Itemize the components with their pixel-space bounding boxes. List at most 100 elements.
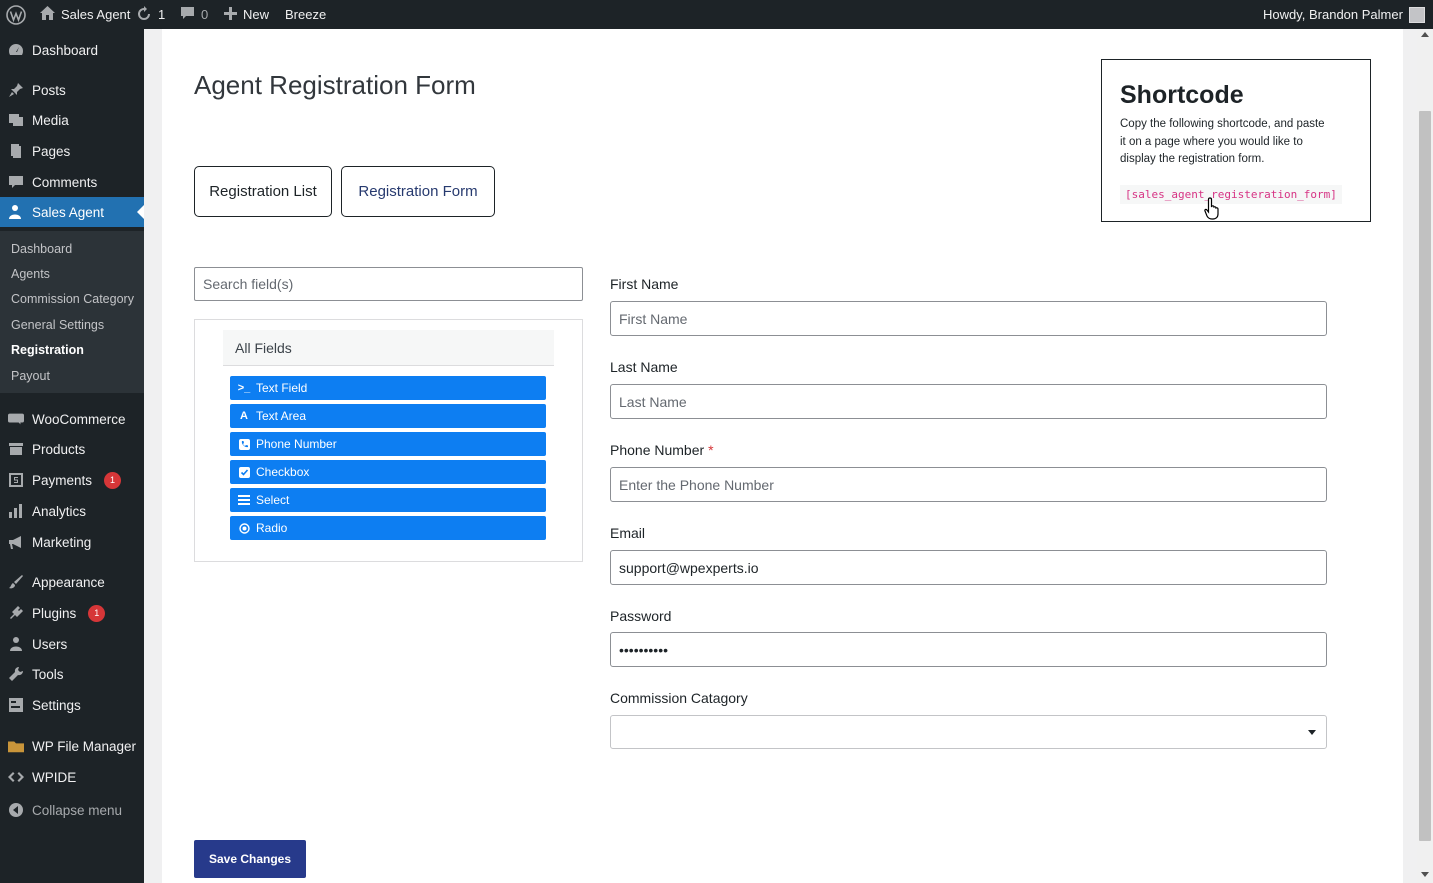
tab-registration-form[interactable]: Registration Form (341, 166, 495, 217)
menu-label: Collapse menu (32, 802, 123, 818)
new-content-link[interactable]: New (224, 0, 269, 29)
menu-sales-agent[interactable]: Sales Agent (0, 197, 144, 227)
fields-panel: All Fields >_ Text Field A Text Area Pho… (194, 319, 583, 562)
menu-pages[interactable]: Pages (0, 136, 144, 166)
menu-wpide[interactable]: WPIDE (0, 762, 144, 792)
submenu-general-settings[interactable]: General Settings (11, 318, 104, 332)
menu-products[interactable]: Products (0, 434, 144, 464)
woocommerce-icon (8, 411, 24, 427)
menu-payments[interactable]: Payments 1 (0, 465, 144, 495)
search-fields-input[interactable] (194, 267, 583, 301)
first-name-input[interactable] (610, 301, 1327, 336)
plugins-badge: 1 (88, 604, 106, 622)
users-icon (8, 204, 24, 220)
sales-agent-submenu: Dashboard Agents Commission Category Gen… (0, 231, 144, 393)
collapse-menu-button[interactable]: Collapse menu (0, 795, 144, 825)
menu-media[interactable]: Media (0, 105, 144, 135)
code-icon (8, 769, 24, 785)
commission-category-select[interactable] (610, 715, 1327, 749)
site-name-link[interactable]: Sales Agent (40, 0, 130, 29)
submenu-agents[interactable]: Agents (11, 267, 50, 281)
menu-dashboard[interactable]: Dashboard (0, 35, 144, 65)
menu-comments[interactable]: Comments (0, 167, 144, 197)
payments-icon (8, 472, 24, 488)
page-scrollbar[interactable] (1417, 29, 1433, 883)
scroll-up-icon[interactable] (1421, 32, 1429, 37)
font-icon: A (240, 410, 248, 422)
field-text-area[interactable]: A Text Area (230, 404, 546, 428)
menu-woocommerce[interactable]: WooCommerce (0, 404, 144, 434)
last-name-input[interactable] (610, 384, 1327, 419)
user-account-link[interactable]: Howdy, Brandon Palmer (1263, 0, 1425, 29)
field-phone-number[interactable]: Phone Number (230, 432, 546, 456)
submenu-registration[interactable]: Registration (11, 343, 84, 357)
shortcode-code[interactable]: [sales_agent_registeration_form] (1120, 184, 1342, 204)
email-input[interactable] (610, 550, 1327, 585)
list-icon (238, 494, 250, 506)
paintbrush-icon (8, 574, 24, 590)
submenu-commission-category[interactable]: Commission Category (11, 292, 134, 306)
new-label: New (243, 7, 270, 22)
scroll-thumb[interactable] (1419, 111, 1431, 841)
user-icon (8, 636, 24, 652)
menu-label: Sales Agent (32, 204, 105, 220)
comments-link[interactable]: 0 (180, 0, 208, 29)
comment-icon (180, 6, 195, 23)
password-label: Password (610, 608, 672, 624)
avatar (1408, 6, 1425, 23)
menu-marketing[interactable]: Marketing (0, 527, 144, 557)
menu-label: Appearance (32, 574, 105, 590)
menu-label: WPIDE (32, 769, 77, 785)
submenu-dashboard[interactable]: Dashboard (11, 242, 72, 256)
menu-label: WooCommerce (32, 411, 126, 427)
password-input[interactable] (610, 632, 1327, 667)
first-name-label: First Name (610, 276, 679, 292)
email-label: Email (610, 525, 646, 541)
scroll-down-icon[interactable] (1421, 872, 1429, 877)
phone-number-label: Phone Number (610, 442, 705, 458)
field-radio[interactable]: Radio (230, 516, 546, 540)
menu-label: Users (32, 636, 68, 652)
menu-settings[interactable]: Settings (0, 690, 144, 720)
field-label: Select (256, 493, 290, 507)
menu-label: Settings (32, 697, 81, 713)
menu-label: Marketing (32, 534, 92, 550)
menu-label: WP File Manager (32, 738, 137, 754)
field-label: Phone Number (256, 437, 337, 451)
field-select[interactable]: Select (230, 488, 546, 512)
field-label: Text Area (256, 409, 307, 423)
menu-appearance[interactable]: Appearance (0, 567, 144, 597)
plugin-icon (8, 605, 24, 621)
dashboard-icon (8, 42, 24, 58)
menu-tools[interactable]: Tools (0, 659, 144, 689)
tab-registration-list[interactable]: Registration List (194, 166, 332, 217)
archive-icon (8, 441, 24, 457)
megaphone-icon (8, 534, 24, 550)
menu-label: Products (32, 441, 86, 457)
pages-icon (8, 143, 24, 159)
home-icon (40, 6, 55, 23)
menu-label: Media (32, 112, 69, 128)
menu-posts[interactable]: Posts (0, 75, 144, 105)
phone-number-input[interactable] (610, 467, 1327, 502)
updates-link[interactable]: 1 (136, 0, 165, 29)
admin-bar: Sales Agent 1 0 New Breeze Howdy, Brando… (0, 0, 1433, 29)
submenu-payout[interactable]: Payout (11, 369, 50, 383)
menu-wp-file-manager[interactable]: WP File Manager (0, 731, 144, 761)
field-text-field[interactable]: >_ Text Field (230, 376, 546, 400)
menu-label: Pages (32, 143, 71, 159)
field-label: Checkbox (256, 465, 310, 479)
site-name: Sales Agent (61, 7, 131, 22)
all-fields-header[interactable]: All Fields (223, 330, 554, 366)
save-changes-button[interactable]: Save Changes (194, 840, 306, 878)
shortcode-box: Shortcode Copy the following shortcode, … (1101, 59, 1371, 222)
menu-users[interactable]: Users (0, 629, 144, 659)
collapse-icon (8, 802, 24, 818)
menu-analytics[interactable]: Analytics (0, 496, 144, 526)
menu-label: Comments (32, 174, 98, 190)
menu-plugins[interactable]: Plugins 1 (0, 598, 144, 628)
wordpress-logo-icon[interactable] (6, 0, 26, 29)
field-checkbox[interactable]: Checkbox (230, 460, 546, 484)
phone-icon (238, 438, 250, 450)
breeze-link[interactable]: Breeze (285, 0, 326, 29)
